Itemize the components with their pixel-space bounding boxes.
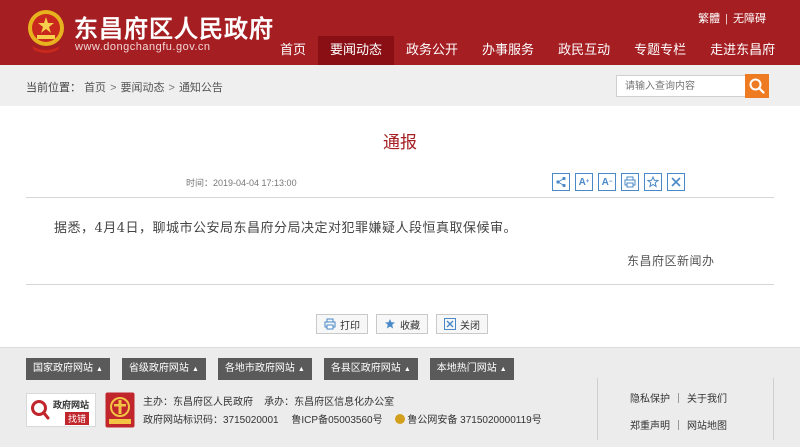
traditional-chinese-link[interactable]: 繁體 <box>698 13 720 25</box>
font-decrease-icon[interactable]: A − <box>598 173 616 191</box>
accessibility-link[interactable]: 无障碍 <box>733 13 766 25</box>
top-links: 繁體 | 无障碍 <box>698 13 766 25</box>
star-icon <box>385 319 395 329</box>
provincial-sites-dropdown[interactable]: 省级政府网站 ▲ <box>121 358 206 380</box>
undertaker-text: 承办：东昌府区信息化办公室 <box>264 397 395 408</box>
site-footer: 国家政府网站 ▲ 省级政府网站 ▲ 各地市政府网站 ▲ 各县区政府网站 ▲ 本地热门网站… <box>0 347 800 447</box>
city-sites-label: 各地市政府网站 <box>224 363 295 374</box>
county-sites-label: 各县区政府网站 <box>330 363 401 374</box>
print-label: 打印 <box>340 320 360 332</box>
police-badge-icon <box>395 414 406 424</box>
site-url: www.dongchangfu.gov.cn <box>75 41 211 53</box>
divider <box>26 284 774 285</box>
print-button[interactable]: 打印 <box>316 314 368 334</box>
badge-title: 政府网站 <box>53 400 90 410</box>
article-actions: 打印 收藏 关闭 <box>316 314 496 334</box>
county-sites-dropdown[interactable]: 各县区政府网站 ▲ <box>323 358 418 380</box>
favorite-label: 收藏 <box>400 320 420 332</box>
national-emblem-icon[interactable] <box>26 8 66 54</box>
caret-up-icon: ▲ <box>297 366 305 373</box>
footer-divider <box>773 378 774 440</box>
icp-link[interactable]: 鲁ICP备05003560号 <box>291 415 382 426</box>
breadcrumb-home[interactable]: 首页 <box>84 82 106 94</box>
sitemap-link[interactable]: 网站地图 <box>687 421 727 432</box>
breadcrumb: 当前位置： 首页 > 要闻动态 > 通知公告 <box>26 79 223 95</box>
divider <box>26 197 774 198</box>
nav-about-district[interactable]: 走进东昌府 <box>698 36 787 65</box>
search-input[interactable] <box>616 75 746 97</box>
breadcrumb-label: 当前位置： <box>26 82 81 94</box>
caret-up-icon: ▲ <box>499 366 507 373</box>
close-icon[interactable] <box>667 173 685 191</box>
nav-home[interactable]: 首页 <box>268 36 318 65</box>
search-icon <box>749 78 765 94</box>
police-record-text: 鲁公网安备 3715020000119号 <box>407 415 542 426</box>
favorite-icon[interactable] <box>644 173 662 191</box>
gov-site-error-report-badge[interactable]: 政府网站 找错 <box>26 393 96 427</box>
sponsor-text: 主办：东昌府区人民政府 <box>143 397 253 408</box>
footer-links: 隐私保护 关于我们 郑重声明 网站地图 <box>630 386 727 440</box>
favorite-button[interactable]: 收藏 <box>376 314 428 334</box>
footer-info: 主办：东昌府区人民政府 承办：东昌府区信息化办公室 政府网站标识码：371502… <box>143 394 562 430</box>
article-title: 通报 <box>383 133 417 153</box>
nav-special-topics[interactable]: 专题专栏 <box>622 36 698 65</box>
privacy-link[interactable]: 隐私保护 <box>630 394 670 405</box>
article-signoff: 东昌府区新闻办 <box>627 254 715 268</box>
publish-time: 时间：2019-04-04 17:13:00 <box>186 178 297 188</box>
breadcrumb-arrow: > <box>110 82 117 94</box>
breadcrumb-arrow: > <box>168 82 175 94</box>
close-button[interactable]: 关闭 <box>436 314 488 334</box>
badge-action: 找错 <box>65 412 90 425</box>
local-popular-sites-dropdown[interactable]: 本地热门网站 ▲ <box>429 358 514 380</box>
print-icon[interactable] <box>621 173 639 191</box>
close-icon <box>444 318 456 330</box>
close-label: 关闭 <box>460 320 480 332</box>
caret-up-icon: ▲ <box>191 366 199 373</box>
share-icon[interactable] <box>552 173 570 191</box>
national-sites-dropdown[interactable]: 国家政府网站 ▲ <box>26 358 110 380</box>
main-nav: 首页 要闻动态 政务公开 办事服务 政民互动 专题专栏 走进东昌府 <box>268 36 787 65</box>
about-us-link[interactable]: 关于我们 <box>687 394 727 405</box>
nav-news[interactable]: 要闻动态 <box>318 36 395 65</box>
site-header: 东昌府区人民政府 www.dongchangfu.gov.cn 繁體 | 无障碍 首… <box>0 0 800 65</box>
statement-link[interactable]: 郑重声明 <box>630 421 670 432</box>
magnifier-icon <box>31 400 50 420</box>
nav-services[interactable]: 办事服务 <box>470 36 546 65</box>
site-title[interactable]: 东昌府区人民政府 <box>74 9 274 44</box>
site-code-text: 政府网站标识码：3715020001 <box>143 415 279 426</box>
breadcrumb-notices[interactable]: 通知公告 <box>179 82 223 94</box>
footer-site-links: 国家政府网站 ▲ 省级政府网站 ▲ 各地市政府网站 ▲ 各县区政府网站 ▲ 本地热门网站… <box>26 358 526 380</box>
breadcrumb-news[interactable]: 要闻动态 <box>121 82 165 94</box>
article-tools: A + A − <box>552 173 690 191</box>
article-body: 据悉，4月4日，聊城市公安局东昌府分局决定对犯罪嫌疑人段恒真取保候审。 <box>54 221 518 236</box>
city-sites-dropdown[interactable]: 各地市政府网站 ▲ <box>217 358 312 380</box>
local-popular-sites-label: 本地热门网站 <box>436 363 497 374</box>
nav-interaction[interactable]: 政民互动 <box>546 36 622 65</box>
provincial-sites-label: 省级政府网站 <box>128 363 189 374</box>
police-record-link[interactable]: 鲁公网安备 3715020000119号 <box>395 414 551 426</box>
caret-up-icon: ▲ <box>403 366 411 373</box>
footer-divider <box>597 378 598 440</box>
nav-government-affairs[interactable]: 政务公开 <box>394 36 470 65</box>
party-government-badge-icon[interactable] <box>105 392 135 428</box>
caret-up-icon: ▲ <box>96 366 103 373</box>
search-button[interactable] <box>745 74 769 98</box>
font-increase-icon[interactable]: A + <box>575 173 593 191</box>
national-sites-label: 国家政府网站 <box>33 363 93 374</box>
print-icon <box>324 318 336 330</box>
